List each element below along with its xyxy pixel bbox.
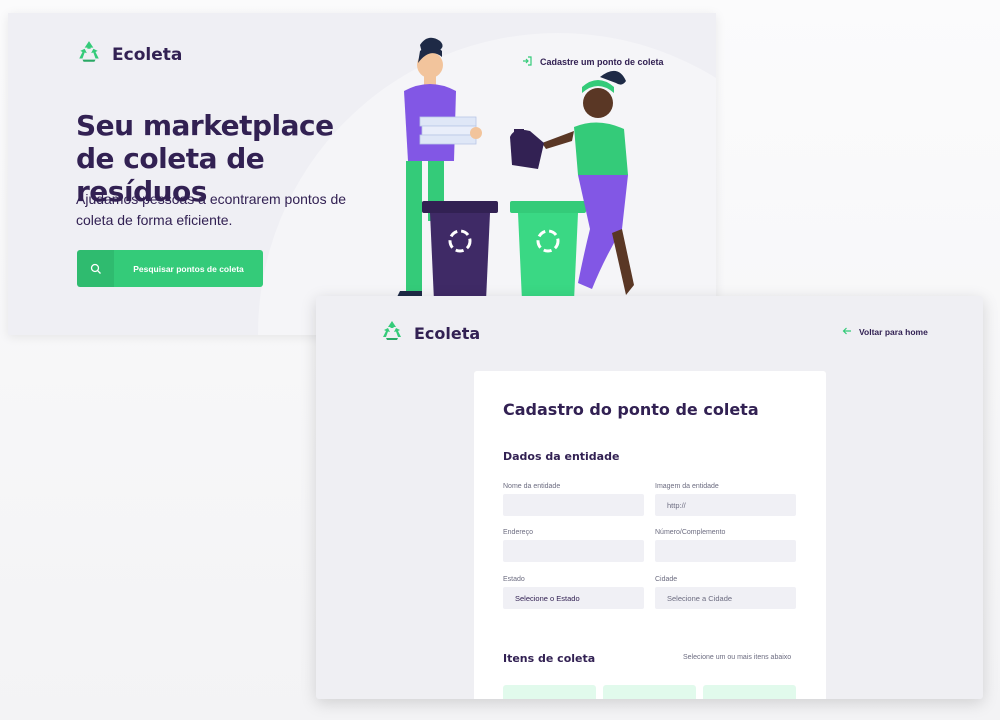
- number-input[interactable]: [655, 540, 796, 562]
- back-home-link[interactable]: Voltar para home: [842, 326, 928, 338]
- back-link-label: Voltar para home: [859, 327, 928, 337]
- city-field: Cidade Selecione a Cidade: [655, 576, 796, 609]
- name-field: Nome da entidade: [503, 483, 644, 516]
- collection-item-tile[interactable]: [703, 685, 796, 699]
- arrow-left-icon: [842, 326, 852, 338]
- form-title: Cadastro do ponto de coleta: [503, 400, 759, 419]
- image-field: Imagem da entidade http://: [655, 483, 796, 516]
- recycle-icon: [76, 39, 102, 70]
- hero-illustration: [396, 37, 634, 308]
- number-label: Número/Complemento: [655, 529, 726, 536]
- items-section-title: Itens de coleta: [503, 652, 596, 665]
- recycle-icon: [380, 319, 404, 348]
- register-form: Cadastro do ponto de coleta Dados da ent…: [474, 371, 826, 699]
- search-icon: [77, 250, 114, 287]
- landing-screen: Ecoleta Cadastre um ponto de coleta Seu …: [8, 13, 716, 335]
- search-button-label: Pesquisar pontos de coleta: [133, 263, 244, 274]
- hero-subtitle: Ajudamos pessoas a econtrarem pontos de …: [76, 191, 347, 228]
- items-hint: Selecione um ou mais itens abaixo: [683, 654, 792, 661]
- state-label: Estado: [503, 576, 525, 583]
- image-label: Imagem da entidade: [655, 483, 719, 490]
- green-bin: [510, 201, 586, 308]
- state-select[interactable]: Selecione o Estado: [503, 587, 644, 609]
- name-input[interactable]: [503, 494, 644, 516]
- dark-bin: [422, 201, 498, 308]
- collection-item-tile[interactable]: [603, 685, 696, 699]
- state-field: Estado Selecione o Estado: [503, 576, 644, 609]
- register-logo[interactable]: Ecoleta: [380, 319, 480, 348]
- address-label: Endereço: [503, 529, 533, 536]
- number-field: Número/Complemento: [655, 529, 796, 562]
- city-select[interactable]: Selecione a Cidade: [655, 587, 796, 609]
- address-field: Endereço: [503, 529, 644, 562]
- entity-section-title: Dados da entidade: [503, 450, 620, 463]
- name-label: Nome da entidade: [503, 483, 561, 490]
- address-input[interactable]: [503, 540, 644, 562]
- landing-logo[interactable]: Ecoleta: [76, 39, 182, 70]
- image-url-input[interactable]: http://: [655, 494, 796, 516]
- register-screen: Ecoleta Voltar para home Cadastro do pon…: [316, 296, 983, 699]
- collection-item-tile[interactable]: [503, 685, 596, 699]
- logo-text: Ecoleta: [414, 324, 481, 343]
- city-label: Cidade: [655, 576, 678, 583]
- logo-text: Ecoleta: [112, 44, 183, 65]
- search-points-button[interactable]: Pesquisar pontos de coleta: [77, 250, 263, 287]
